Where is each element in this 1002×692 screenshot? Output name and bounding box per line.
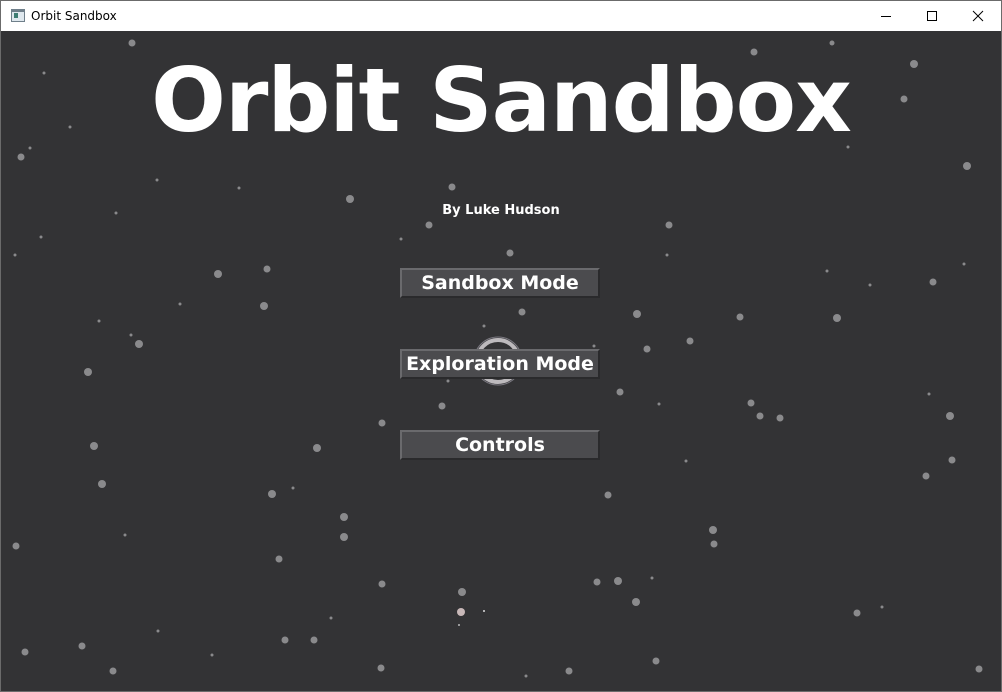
star xyxy=(756,412,764,420)
star xyxy=(340,513,348,521)
star xyxy=(524,674,528,678)
star xyxy=(12,542,20,550)
star xyxy=(90,442,98,450)
star xyxy=(329,616,333,620)
window-title: Orbit Sandbox xyxy=(31,9,117,23)
controls-button[interactable]: Controls xyxy=(400,430,600,460)
star xyxy=(518,308,526,316)
star xyxy=(853,609,861,617)
star xyxy=(665,253,669,257)
star xyxy=(84,368,92,376)
star xyxy=(686,337,694,345)
star xyxy=(291,486,295,490)
star xyxy=(263,265,271,273)
star xyxy=(17,153,25,161)
star xyxy=(39,235,43,239)
star xyxy=(378,580,386,588)
author-credit: By Luke Hudson xyxy=(442,203,560,218)
star xyxy=(438,402,446,410)
star xyxy=(652,657,660,665)
star xyxy=(709,526,717,534)
star xyxy=(78,642,86,650)
minimize-button[interactable] xyxy=(863,1,909,31)
star xyxy=(340,533,348,541)
star xyxy=(632,598,640,606)
title-bar[interactable]: Orbit Sandbox xyxy=(1,1,1001,31)
star xyxy=(650,576,654,580)
star xyxy=(446,379,450,383)
star xyxy=(880,605,884,609)
star xyxy=(657,402,661,406)
star xyxy=(448,183,456,191)
star xyxy=(975,665,983,673)
star xyxy=(129,333,133,337)
star xyxy=(21,648,29,656)
star xyxy=(948,456,956,464)
star xyxy=(833,314,841,322)
star xyxy=(710,540,718,548)
star xyxy=(604,491,612,499)
star xyxy=(868,283,872,287)
star xyxy=(506,249,514,257)
star xyxy=(156,629,160,633)
star xyxy=(346,195,354,203)
star xyxy=(98,480,106,488)
star xyxy=(378,419,386,427)
star xyxy=(929,278,937,286)
game-canvas[interactable]: Orbit Sandbox By Luke Hudson Sandbox Mod… xyxy=(1,31,1001,691)
star xyxy=(97,319,101,323)
star xyxy=(643,345,651,353)
app-icon xyxy=(11,9,25,22)
star xyxy=(684,459,688,463)
sandbox-mode-button[interactable]: Sandbox Mode xyxy=(400,268,600,298)
star xyxy=(927,392,931,396)
star xyxy=(313,444,321,452)
star xyxy=(275,555,283,563)
star xyxy=(633,310,641,318)
maximize-icon xyxy=(927,11,937,21)
star xyxy=(922,472,930,480)
app-window: Orbit Sandbox Orbit Sandbox By Luke Huds… xyxy=(0,0,1002,692)
star xyxy=(13,253,17,257)
star xyxy=(281,636,289,644)
close-icon xyxy=(972,10,984,22)
star xyxy=(946,412,954,420)
star xyxy=(268,490,276,498)
star xyxy=(109,667,117,675)
star xyxy=(829,40,835,46)
star xyxy=(260,302,268,310)
star xyxy=(825,269,829,273)
star xyxy=(399,237,403,241)
star xyxy=(377,664,385,672)
star xyxy=(210,653,214,657)
star xyxy=(482,324,486,328)
star xyxy=(237,186,241,190)
star xyxy=(425,221,433,229)
star xyxy=(214,270,222,278)
star xyxy=(155,178,159,182)
star xyxy=(614,577,622,585)
star xyxy=(178,302,182,306)
star xyxy=(593,578,601,586)
star xyxy=(123,533,127,537)
star xyxy=(128,39,136,47)
star xyxy=(458,588,466,596)
minimize-icon xyxy=(881,16,891,17)
close-button[interactable] xyxy=(955,1,1001,31)
star xyxy=(736,313,744,321)
star xyxy=(310,636,318,644)
game-title: Orbit Sandbox xyxy=(151,49,852,152)
star xyxy=(565,667,573,675)
star xyxy=(135,340,143,348)
exploration-mode-button[interactable]: Exploration Mode xyxy=(400,349,600,379)
maximize-button[interactable] xyxy=(909,1,955,31)
star xyxy=(616,388,624,396)
star xyxy=(776,414,784,422)
star xyxy=(665,221,673,229)
star xyxy=(592,344,596,348)
star xyxy=(962,262,966,266)
star xyxy=(963,162,971,170)
star xyxy=(747,399,755,407)
